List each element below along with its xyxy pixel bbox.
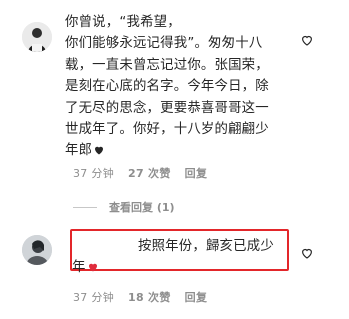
black-heart-icon	[95, 147, 104, 155]
avatar[interactable]	[22, 235, 52, 265]
comment-time: 37 分钟	[73, 291, 114, 304]
like-count[interactable]: 18 次赞	[128, 289, 171, 305]
avatar[interactable]	[22, 22, 52, 52]
reply-button[interactable]: 回复	[185, 165, 208, 181]
view-replies-button[interactable]: 查看回复 (1)	[73, 199, 175, 215]
heart-outline-icon[interactable]	[300, 33, 314, 47]
red-heart-icon	[88, 263, 97, 272]
comment-meta: 37 分钟 27 次赞 回复	[73, 165, 207, 181]
like-count[interactable]: 27 次赞	[128, 165, 171, 181]
heart-outline-icon[interactable]	[300, 246, 314, 260]
comment-meta: 37 分钟 18 次赞 回复	[73, 289, 207, 305]
comment-body-line-1: 按照年份，歸亥已成少	[138, 239, 274, 254]
comment-time: 37 分钟	[73, 167, 114, 180]
view-replies-label: 查看回复 (1)	[109, 201, 175, 214]
comment-text: 你曾说，“我希望， 你们能够永远记得我”。匆匆十八 载，一直未曾忘记过你。张国荣…	[65, 12, 320, 162]
divider-line	[73, 206, 97, 208]
comment-body-line-2: 年	[72, 257, 99, 278]
comment-body: 你曾说，“我希望， 你们能够永远记得我”。匆匆十八 载，一直未曾忘记过你。张国荣…	[65, 15, 269, 159]
reply-button[interactable]: 回复	[185, 289, 208, 305]
